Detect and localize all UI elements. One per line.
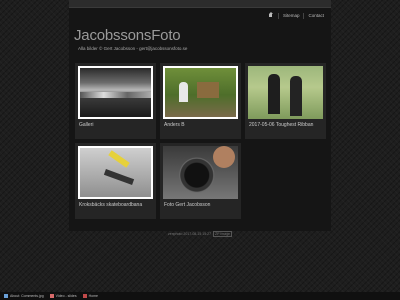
- album-title[interactable]: Galleri: [78, 122, 153, 128]
- footer-text: zenphoto 2017-08-15 15:27: [168, 232, 212, 236]
- album-title[interactable]: Foto Gert Jacobsson: [163, 202, 238, 208]
- album-title[interactable]: Kroksbäcks skateboardbana: [78, 202, 153, 208]
- footer-badge[interactable]: ZP image: [213, 231, 232, 237]
- site-title[interactable]: JacobssonsFoto: [74, 27, 181, 44]
- album-title[interactable]: 2017-05-06 Toughest Ribban: [248, 122, 323, 128]
- album-thumbnail[interactable]: [78, 146, 153, 199]
- taskbar-item-comments[interactable]: About: Comments.jpg: [4, 294, 44, 298]
- taskbar-item-label: About: Comments.jpg: [10, 294, 44, 298]
- taskbar: About: Comments.jpg Video - slides Home: [0, 292, 400, 300]
- thumbnail-image: [165, 68, 236, 117]
- home-icon[interactable]: [268, 12, 274, 18]
- album-card-anders-b[interactable]: Anders B: [160, 63, 241, 139]
- nav-contact-link[interactable]: Contact: [303, 13, 328, 19]
- video-icon: [49, 294, 54, 298]
- taskbar-item-label: Video - slides: [55, 294, 77, 298]
- album-card-toughest-ribban[interactable]: 2017-05-06 Toughest Ribban: [245, 63, 326, 139]
- footer: zenphoto 2017-08-15 15:27 ZP image: [0, 231, 400, 237]
- album-grid: Galleri Anders B 2017-05-06 Toughest Rib…: [75, 63, 327, 219]
- album-title[interactable]: Anders B: [163, 122, 238, 128]
- thumbnail-image: [80, 68, 151, 117]
- nav-home[interactable]: [264, 12, 278, 20]
- page-container: Sitemap Contact JacobssonsFoto Alla bild…: [69, 0, 331, 231]
- album-card-kroksbacks[interactable]: Kroksbäcks skateboardbana: [75, 143, 156, 219]
- album-thumbnail[interactable]: [163, 66, 238, 119]
- header-nav: Sitemap Contact: [264, 12, 328, 20]
- nav-sitemap-link[interactable]: Sitemap: [277, 13, 304, 19]
- thumbnail-image: [163, 146, 238, 199]
- image-icon: [4, 294, 8, 298]
- album-card-galleri[interactable]: Galleri: [75, 63, 156, 139]
- taskbar-item-home[interactable]: Home: [82, 294, 98, 298]
- site-subtitle: Alla bilder © Gert Jacobsson - gert@jaco…: [78, 46, 188, 51]
- album-card-foto-gert[interactable]: Foto Gert Jacobsson: [160, 143, 241, 219]
- taskbar-item-label: Home: [88, 294, 98, 298]
- home-icon: [82, 294, 87, 298]
- thumbnail-image: [248, 66, 323, 119]
- taskbar-item-video[interactable]: Video - slides: [49, 294, 77, 298]
- thumbnail-image: [80, 148, 151, 197]
- album-thumbnail[interactable]: [78, 66, 153, 119]
- album-thumbnail[interactable]: [163, 146, 238, 199]
- top-bar: [69, 0, 331, 8]
- album-thumbnail[interactable]: [248, 66, 323, 119]
